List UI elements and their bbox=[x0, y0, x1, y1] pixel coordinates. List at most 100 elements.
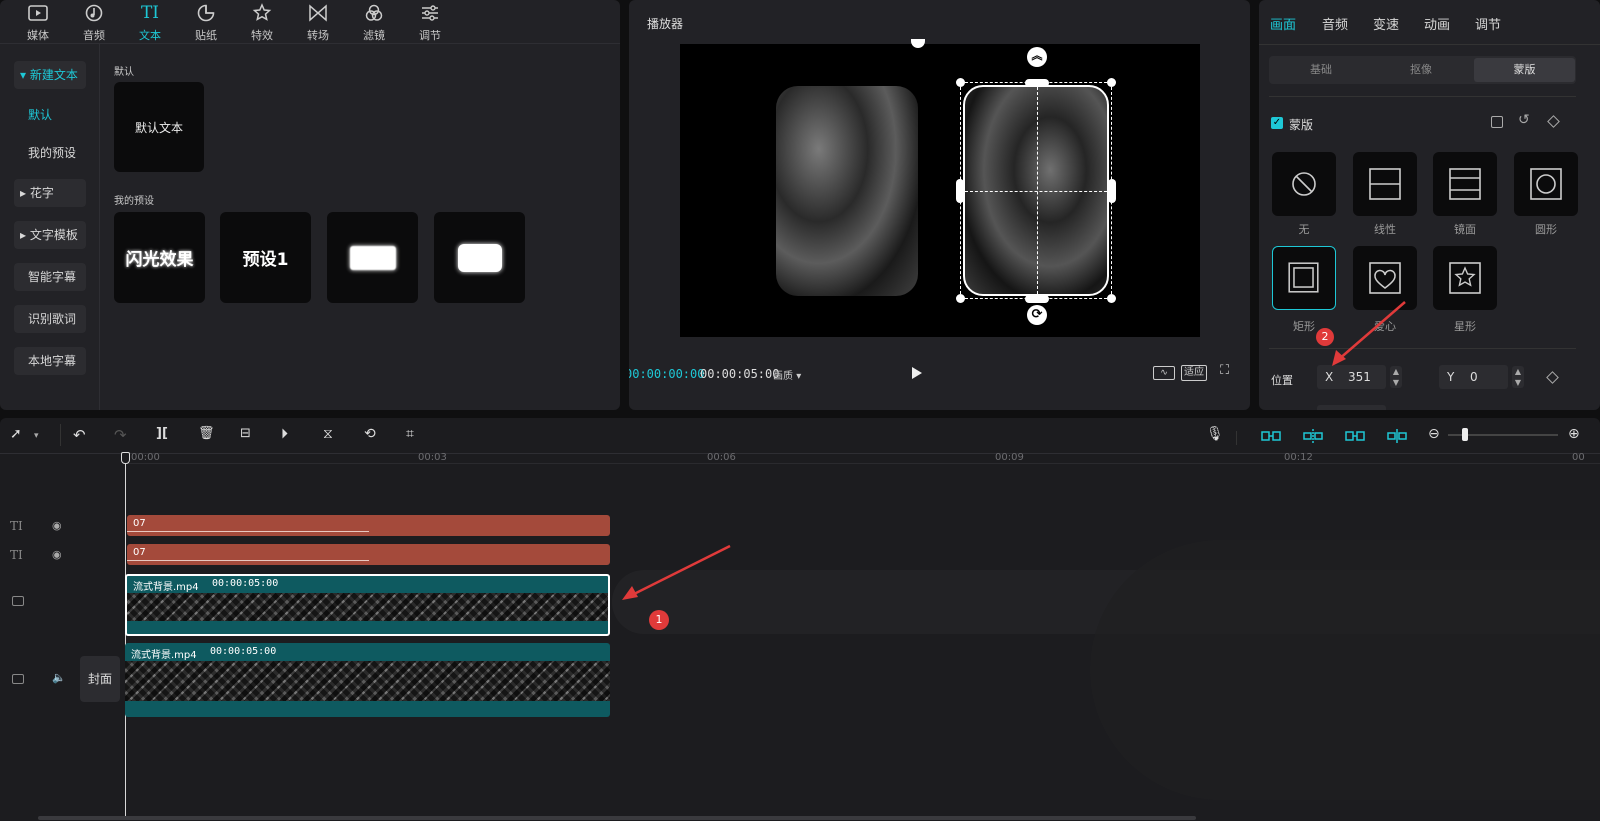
edge-handle[interactable] bbox=[1108, 179, 1116, 203]
position-keyframe-icon[interactable] bbox=[1546, 371, 1559, 384]
play-button[interactable] bbox=[912, 367, 922, 379]
freeze-frame-icon[interactable]: ⊟ bbox=[240, 426, 260, 446]
playhead-handle[interactable] bbox=[121, 452, 130, 464]
tab-inspector-audio[interactable]: 音频 bbox=[1322, 14, 1348, 33]
y-value: 0 bbox=[1470, 370, 1478, 384]
tab-effects[interactable]: 特效 bbox=[238, 0, 286, 44]
split-icon[interactable]: ][ bbox=[156, 426, 176, 446]
sidebar-item-default[interactable]: 默认 bbox=[14, 101, 86, 129]
segment-keying[interactable]: 抠像 bbox=[1371, 58, 1471, 82]
microphone-icon[interactable]: 🎙 bbox=[1206, 426, 1226, 446]
edge-handle[interactable] bbox=[956, 179, 964, 203]
edge-handle[interactable] bbox=[1025, 79, 1049, 87]
tab-label: 调节 bbox=[419, 29, 441, 42]
text-clip[interactable]: 07 bbox=[127, 544, 610, 565]
tab-media[interactable]: 媒体 bbox=[14, 0, 62, 44]
sidebar-item-new-text[interactable]: ▾ 新建文本 bbox=[14, 61, 86, 89]
cover-button[interactable]: 封面 bbox=[80, 656, 120, 702]
preset-card-3[interactable] bbox=[327, 212, 418, 303]
undo-icon[interactable]: ↶ bbox=[73, 426, 93, 446]
sidebar-item-lyrics[interactable]: 识别歌词 bbox=[14, 305, 86, 333]
zoom-out-icon[interactable]: ⊖ bbox=[1428, 426, 1448, 446]
preset-card-flash[interactable]: 闪光效果 bbox=[114, 212, 205, 303]
star-mask-icon bbox=[1449, 262, 1481, 294]
horizontal-scrollbar[interactable] bbox=[38, 816, 1196, 820]
text-clip[interactable]: 07 bbox=[127, 515, 610, 536]
speaker-icon[interactable]: 🔈 bbox=[52, 671, 66, 684]
rotate-handle-icon[interactable]: ⟳ bbox=[1027, 305, 1047, 325]
y-stepper[interactable]: ▲ ▼ bbox=[1512, 366, 1524, 388]
zoom-in-icon[interactable]: ⊕ bbox=[1568, 426, 1588, 446]
video-clip-selected[interactable]: 流式背景.mp4 00:00:05:00 bbox=[125, 574, 610, 636]
preset-card-1[interactable]: 预设1 bbox=[220, 212, 311, 303]
reverse-icon[interactable]: ⏵ bbox=[281, 426, 301, 446]
tab-inspector-adjust[interactable]: 调节 bbox=[1475, 14, 1501, 33]
mirror-icon[interactable]: ⧖ bbox=[323, 426, 343, 446]
delete-icon[interactable]: 🗑 bbox=[198, 426, 218, 446]
toolbar-divider bbox=[1236, 431, 1237, 445]
resize-handle[interactable] bbox=[1107, 294, 1116, 303]
tab-text[interactable]: TI 文本 bbox=[126, 0, 174, 44]
invert-icon[interactable] bbox=[1491, 116, 1503, 128]
y-label: Y bbox=[1447, 370, 1455, 384]
main-track-magnet-icon[interactable] bbox=[1260, 429, 1282, 443]
fullscreen-icon[interactable]: ⛶ bbox=[1220, 364, 1234, 378]
mask-option-star[interactable] bbox=[1433, 246, 1497, 310]
waveform-icon[interactable]: ∿ bbox=[1153, 366, 1175, 380]
sidebar-item-auto-captions[interactable]: 智能字幕 bbox=[14, 263, 86, 291]
select-tool-icon[interactable]: ➚ bbox=[10, 426, 30, 446]
sidebar-item-local-captions[interactable]: 本地字幕 bbox=[14, 347, 86, 375]
tab-audio[interactable]: 音频 bbox=[70, 0, 118, 44]
tab-speed[interactable]: 变速 bbox=[1373, 14, 1399, 33]
eye-icon[interactable]: ◉ bbox=[52, 519, 62, 532]
segment-mask[interactable]: 蒙版 bbox=[1474, 58, 1575, 82]
mask-option-circle[interactable] bbox=[1514, 152, 1578, 216]
annotation-arrow-2 bbox=[1332, 301, 1406, 366]
preview-canvas[interactable]: ︽ ⟳ bbox=[680, 39, 1200, 337]
mask-option-none[interactable] bbox=[1272, 152, 1336, 216]
crop-icon[interactable]: ⌗ bbox=[406, 426, 426, 446]
y-input[interactable]: Y 0 bbox=[1439, 365, 1508, 389]
video-clip-main[interactable]: 流式背景.mp4 00:00:05:00 bbox=[125, 643, 610, 717]
ruler-label: 00:09 bbox=[995, 452, 1024, 463]
resize-handle[interactable] bbox=[956, 78, 965, 87]
segment-basic[interactable]: 基础 bbox=[1271, 58, 1371, 82]
tab-adjust[interactable]: 调节 bbox=[406, 0, 454, 44]
mask-option-linear[interactable] bbox=[1353, 152, 1417, 216]
mask-option-mirror[interactable] bbox=[1433, 152, 1497, 216]
feather-handle-icon[interactable]: ︽ bbox=[1027, 47, 1047, 67]
default-heading: 默认 bbox=[114, 67, 134, 78]
tab-sticker[interactable]: 贴纸 bbox=[182, 0, 230, 44]
preview-axis-icon[interactable] bbox=[1386, 429, 1408, 443]
keyframe-diamond-icon[interactable] bbox=[1547, 115, 1560, 128]
tab-label: 贴纸 bbox=[195, 29, 217, 42]
sidebar-item-fancy-text[interactable]: ▸ 花字 bbox=[14, 179, 86, 207]
resize-handle[interactable] bbox=[956, 294, 965, 303]
tab-picture[interactable]: 画面 bbox=[1270, 14, 1296, 33]
fit-button[interactable]: 适应 bbox=[1181, 365, 1207, 381]
quality-dropdown[interactable]: 画质 ▾ bbox=[773, 367, 801, 382]
zoom-slider-thumb[interactable] bbox=[1462, 428, 1468, 441]
eye-icon[interactable]: ◉ bbox=[52, 548, 62, 561]
sidebar-item-text-templates[interactable]: ▸ 文字模板 bbox=[14, 221, 86, 249]
section-divider bbox=[1269, 348, 1576, 349]
linkage-icon[interactable] bbox=[1344, 429, 1366, 443]
redo-icon[interactable]: ↷ bbox=[114, 426, 134, 446]
rotate-icon[interactable]: ⟲ bbox=[364, 426, 384, 446]
select-mode-dropdown[interactable]: ▾ bbox=[34, 426, 54, 446]
tab-transition[interactable]: 转场 bbox=[294, 0, 342, 44]
sidebar-item-my-presets[interactable]: 我的预设 bbox=[14, 139, 86, 167]
tab-filter[interactable]: 滤镜 bbox=[350, 0, 398, 44]
mask-option-rectangle[interactable] bbox=[1272, 246, 1336, 310]
top-handle-icon bbox=[911, 39, 925, 48]
default-text-card[interactable]: 默认文本 bbox=[114, 82, 204, 172]
mask-label: 星形 bbox=[1454, 320, 1476, 333]
section-divider bbox=[1269, 96, 1576, 97]
reset-icon[interactable]: ↺ bbox=[1518, 112, 1530, 128]
resize-handle[interactable] bbox=[1107, 78, 1116, 87]
auto-snap-icon[interactable] bbox=[1302, 429, 1324, 443]
preset-card-4[interactable] bbox=[434, 212, 525, 303]
edge-handle[interactable] bbox=[1025, 295, 1049, 303]
mask-checkbox[interactable]: ✓ bbox=[1271, 117, 1283, 129]
tab-animation[interactable]: 动画 bbox=[1424, 14, 1450, 33]
